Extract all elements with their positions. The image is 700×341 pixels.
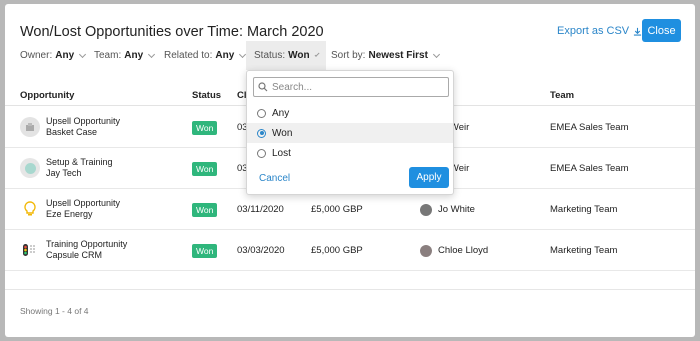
opportunity-name[interactable]: Training Opportunity Capsule CRM [46, 239, 127, 261]
related-filter-label: Related to: [164, 50, 213, 61]
search-input[interactable]: Search... [272, 82, 312, 93]
owner-cell[interactable]: Chloe Lloyd [420, 230, 488, 271]
option-lost-label: Lost [272, 147, 291, 159]
option-any[interactable]: Any [247, 103, 453, 123]
radio-any[interactable] [257, 108, 266, 118]
sort-filter-value: Newest First [368, 50, 428, 61]
chevron-down-icon [79, 50, 87, 58]
opportunity-name[interactable]: Upsell Opportunity Eze Energy [46, 198, 120, 220]
header-opportunity[interactable]: Opportunity [20, 90, 74, 101]
opportunity-title: Upsell Opportunity [46, 116, 121, 126]
export-csv-link[interactable]: Export as CSV [557, 25, 642, 37]
option-any-label: Any [272, 107, 290, 119]
team-filter[interactable]: Team: Any [94, 41, 156, 70]
opportunity-title: Setup & Training [46, 157, 113, 167]
opportunity-title: Training Opportunity [46, 239, 128, 249]
radio-won[interactable] [257, 128, 266, 138]
related-filter-value: Any [215, 50, 235, 61]
export-label: Export as CSV [557, 25, 630, 37]
header-status[interactable]: Status [192, 90, 221, 101]
basket-icon [20, 117, 40, 137]
option-lost[interactable]: Lost [247, 143, 453, 163]
sort-filter-label: Sort by: [331, 50, 366, 61]
table-row[interactable]: Training Opportunity Capsule CRM Won 03/… [5, 230, 695, 271]
avatar [420, 203, 432, 216]
closed-date: 03/03/2020 [237, 245, 285, 256]
opportunity-name[interactable]: Upsell Opportunity Basket Case [46, 116, 120, 138]
dropdown-search-field[interactable]: Search... [253, 77, 449, 97]
table-row[interactable]: Upsell Opportunity Eze Energy Won 03/11/… [5, 189, 695, 230]
status-badge: Won [192, 243, 218, 258]
related-filter[interactable]: Related to: Any [164, 41, 247, 70]
search-icon [258, 82, 268, 92]
owner-filter-value: Any [55, 50, 75, 61]
opportunity-title: Upsell Opportunity [46, 198, 121, 208]
status-filter[interactable]: Status: Won [246, 41, 326, 70]
chevron-down-icon [314, 51, 320, 57]
owner-cell[interactable]: Jo White [420, 189, 475, 230]
opportunity-company: Capsule CRM [46, 250, 103, 260]
closed-date: 03/11/2020 [237, 204, 284, 215]
owner-filter-label: Owner: [20, 50, 53, 61]
chevron-down-icon [432, 50, 440, 58]
chevron-down-icon [148, 50, 156, 58]
opportunity-value: £5,000 GBP [311, 204, 363, 215]
status-badge: Won [192, 202, 218, 217]
avatar [420, 244, 432, 257]
company-logo-icon [20, 158, 40, 178]
team-filter-label: Team: [94, 50, 122, 61]
download-icon [634, 27, 642, 36]
option-won[interactable]: Won [247, 123, 453, 143]
modal-title: Won/Lost Opportunities over Time: March … [20, 24, 324, 40]
team-filter-value: Any [124, 50, 144, 61]
team-name: EMEA Sales Team [550, 122, 629, 133]
team-name: Marketing Team [550, 245, 618, 256]
apply-button[interactable]: Apply [409, 167, 449, 188]
footer-divider [5, 289, 695, 290]
team-name: Marketing Team [550, 204, 618, 215]
option-won-label: Won [272, 127, 293, 139]
opportunity-company: Eze Energy [46, 209, 93, 219]
filter-bar: Owner: Any Team: Any Related to: Any Sta… [5, 41, 695, 70]
owner-name: Chloe Lloyd [438, 245, 489, 256]
owner-name: Jo White [438, 204, 475, 215]
opportunity-value: £5,000 GBP [311, 245, 363, 256]
team-name: EMEA Sales Team [550, 163, 629, 174]
lightbulb-icon [20, 199, 40, 219]
opportunity-company: Jay Tech [46, 168, 82, 178]
pagination-info: Showing 1 - 4 of 4 [20, 306, 89, 316]
opportunity-name[interactable]: Setup & Training Jay Tech [46, 157, 113, 179]
radio-lost[interactable] [257, 148, 266, 158]
close-button[interactable]: Close [642, 19, 681, 42]
opportunity-company: Basket Case [46, 127, 98, 137]
cancel-button[interactable]: Cancel [259, 173, 290, 184]
status-badge: Won [192, 120, 218, 135]
sort-filter[interactable]: Sort by: Newest First [331, 41, 440, 70]
owner-filter[interactable]: Owner: Any [20, 41, 87, 70]
status-filter-label: Status: [254, 50, 286, 61]
status-dropdown: Search... Any Won Lost Cancel Apply [246, 70, 454, 195]
status-filter-value: Won [288, 50, 310, 61]
header-team[interactable]: Team [550, 90, 574, 101]
capsule-icon [20, 240, 40, 260]
status-badge: Won [192, 161, 218, 176]
